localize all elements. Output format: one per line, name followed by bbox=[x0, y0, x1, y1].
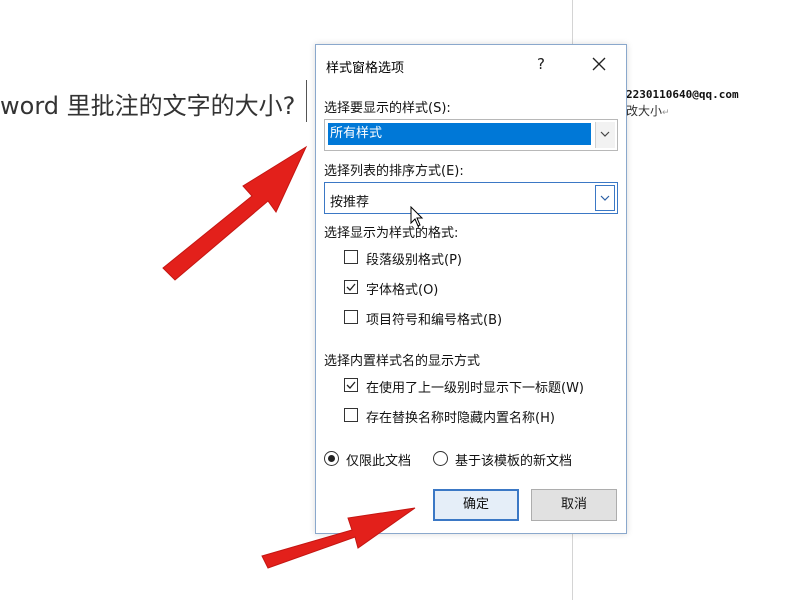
close-button[interactable] bbox=[586, 51, 612, 77]
mouse-pointer-icon bbox=[410, 206, 424, 227]
comment-body: 改大小 bbox=[626, 104, 663, 118]
radio-selected-dot bbox=[328, 455, 335, 462]
styles-dropdown-button[interactable] bbox=[595, 122, 615, 148]
checkbox-box[interactable] bbox=[344, 408, 358, 422]
sort-order-value: 按推荐 bbox=[330, 195, 370, 210]
comment-author-email: 2230110640@qq.com bbox=[626, 88, 739, 101]
checkbox-box[interactable] bbox=[344, 378, 358, 392]
cancel-button[interactable]: 取消 bbox=[531, 489, 617, 521]
chevron-down-icon bbox=[600, 131, 610, 137]
help-button[interactable]: ? bbox=[528, 51, 554, 77]
chevron-down-icon bbox=[600, 195, 610, 201]
styles-to-show-select[interactable]: 所有样式 bbox=[324, 119, 618, 151]
sort-order-select[interactable]: 按推荐 bbox=[324, 182, 618, 214]
checkbox-label: 存在替换名称时隐藏内置名称(H) bbox=[366, 411, 555, 426]
dialog-titlebar[interactable]: 样式窗格选项 ? bbox=[316, 45, 626, 83]
annotation-arrow-icon bbox=[162, 145, 308, 281]
checkbox-box[interactable] bbox=[344, 280, 358, 294]
checkmark-icon bbox=[346, 381, 356, 389]
radio-circle[interactable] bbox=[433, 451, 448, 466]
checkbox-label: 在使用了上一级别时显示下一标题(W) bbox=[366, 381, 584, 396]
radio-circle[interactable] bbox=[324, 451, 339, 466]
comment-text[interactable]: 改大小↵ bbox=[626, 102, 670, 119]
checkmark-icon bbox=[346, 283, 356, 291]
comment-paragraph-mark: ↵ bbox=[662, 108, 670, 118]
document-question-text: word 里批注的文字的大小? bbox=[0, 92, 296, 120]
select-styles-label: 选择要显示的样式(S): bbox=[324, 101, 451, 116]
format-section-label: 选择显示为样式的格式: bbox=[324, 226, 459, 241]
checkbox-label: 字体格式(O) bbox=[366, 283, 439, 298]
checkbox-label: 项目符号和编号格式(B) bbox=[366, 313, 503, 328]
checkbox-box[interactable] bbox=[344, 250, 358, 264]
sort-order-label: 选择列表的排序方式(E): bbox=[324, 164, 464, 179]
close-icon bbox=[592, 57, 606, 71]
sort-dropdown-button[interactable] bbox=[595, 185, 615, 211]
styles-to-show-value: 所有样式 bbox=[328, 123, 591, 145]
checkbox-label: 段落级别格式(P) bbox=[366, 253, 462, 268]
radio-label: 仅限此文档 bbox=[346, 454, 412, 469]
ok-button[interactable]: 确定 bbox=[433, 489, 519, 521]
text-cursor bbox=[306, 80, 307, 122]
style-pane-options-dialog: 样式窗格选项 ? 选择要显示的样式(S): 所有样式 选择列表的排序方式(E):… bbox=[315, 44, 627, 534]
dialog-title: 样式窗格选项 bbox=[326, 61, 405, 76]
radio-label: 基于该模板的新文档 bbox=[455, 454, 573, 469]
builtin-style-names-label: 选择内置样式名的显示方式 bbox=[324, 354, 481, 369]
checkbox-box[interactable] bbox=[344, 310, 358, 324]
